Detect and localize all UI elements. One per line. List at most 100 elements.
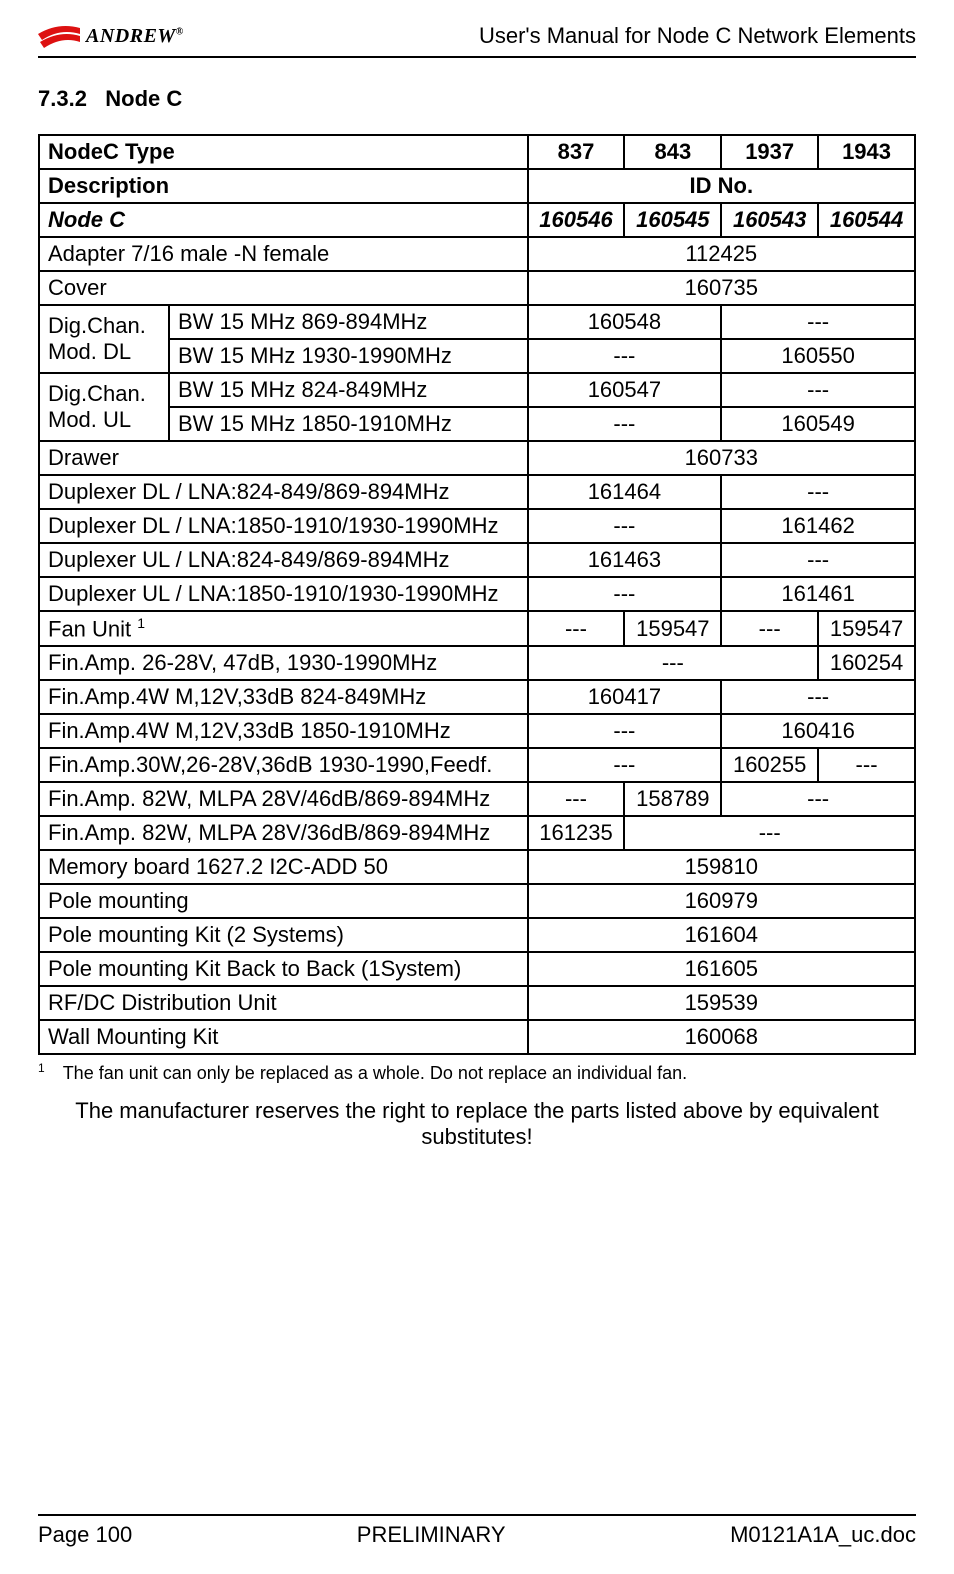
cell-label: BW 15 MHz 1930-1990MHz [169, 339, 528, 373]
table-row: Cover 160735 [39, 271, 915, 305]
cell-1943: 1943 [818, 135, 915, 169]
table-row: Fan Unit 1 --- 159547 --- 159547 [39, 611, 915, 646]
table-row: Fin.Amp. 82W, MLPA 28V/36dB/869-894MHz 1… [39, 816, 915, 850]
cell-label: RF/DC Distribution Unit [39, 986, 528, 1020]
cell-label: BW 15 MHz 1850-1910MHz [169, 407, 528, 441]
cell-value: 112425 [528, 237, 915, 271]
cell-value: --- [721, 782, 915, 816]
cell-description: Description [39, 169, 528, 203]
table-row: Fin.Amp. 26-28V, 47dB, 1930-1990MHz --- … [39, 646, 915, 680]
cell-label: BW 15 MHz 869-894MHz [169, 305, 528, 339]
cell-label: Wall Mounting Kit [39, 1020, 528, 1054]
cell-value: --- [528, 646, 819, 680]
cell-value: --- [721, 305, 915, 339]
cell-value: --- [721, 475, 915, 509]
table-row: Fin.Amp.4W M,12V,33dB 824-849MHz 160417 … [39, 680, 915, 714]
cell-label: Fin.Amp.30W,26-28V,36dB 1930-1990,Feedf. [39, 748, 528, 782]
cell-label: Pole mounting Kit (2 Systems) [39, 918, 528, 952]
cell-idno: ID No. [528, 169, 915, 203]
cell-value: 158789 [624, 782, 721, 816]
cell-label: Fin.Amp.4W M,12V,33dB 824-849MHz [39, 680, 528, 714]
cell-value: --- [721, 680, 915, 714]
table-row: NodeC Type 837 843 1937 1943 [39, 135, 915, 169]
cell-value: --- [528, 577, 722, 611]
cell-label: Memory board 1627.2 I2C-ADD 50 [39, 850, 528, 884]
footer-page: Page 100 [38, 1522, 132, 1548]
cell-value: 160550 [721, 339, 915, 373]
cell-value: --- [528, 714, 722, 748]
cell-value: 161464 [528, 475, 722, 509]
document-title: User's Manual for Node C Network Element… [479, 23, 916, 49]
table-row: Fin.Amp. 82W, MLPA 28V/46dB/869-894MHz -… [39, 782, 915, 816]
logo-text: ANDREW® [86, 25, 184, 48]
cell-group-dl: Dig.Chan. Mod. DL [39, 305, 169, 373]
cell-label: Adapter 7/16 male -N female [39, 237, 528, 271]
cell-value: --- [528, 509, 722, 543]
cell-value: 160733 [528, 441, 915, 475]
cell-value: 160547 [528, 373, 722, 407]
cell-value: 161461 [721, 577, 915, 611]
cell-value: 161604 [528, 918, 915, 952]
table-row: Duplexer UL / LNA:1850-1910/1930-1990MHz… [39, 577, 915, 611]
table-row: Node C 160546 160545 160543 160544 [39, 203, 915, 237]
cell-value: --- [721, 543, 915, 577]
cell-843: 843 [624, 135, 721, 169]
logo-icon [38, 22, 80, 50]
cell-label: Drawer [39, 441, 528, 475]
cell-value: 160543 [721, 203, 818, 237]
table-row: Duplexer UL / LNA:824-849/869-894MHz 161… [39, 543, 915, 577]
section-heading: 7.3.2 Node C [38, 86, 916, 112]
table-row: Duplexer DL / LNA:1850-1910/1930-1990MHz… [39, 509, 915, 543]
cell-value: --- [528, 782, 625, 816]
cell-label: Fin.Amp. 82W, MLPA 28V/46dB/869-894MHz [39, 782, 528, 816]
cell-value: 161235 [528, 816, 625, 850]
cell-value: 160254 [818, 646, 915, 680]
cell-value: 159539 [528, 986, 915, 1020]
cell-label: Duplexer DL / LNA:824-849/869-894MHz [39, 475, 528, 509]
table-row: Pole mounting 160979 [39, 884, 915, 918]
cell-value: 159810 [528, 850, 915, 884]
table-row: Description ID No. [39, 169, 915, 203]
cell-value: 160417 [528, 680, 722, 714]
table-row: Memory board 1627.2 I2C-ADD 50 159810 [39, 850, 915, 884]
logo: ANDREW® [38, 22, 184, 50]
table-row: RF/DC Distribution Unit 159539 [39, 986, 915, 1020]
table-row: Dig.Chan. Mod. UL BW 15 MHz 824-849MHz 1… [39, 373, 915, 407]
cell-value: --- [624, 816, 915, 850]
cell-1937: 1937 [721, 135, 818, 169]
cell-value: 161463 [528, 543, 722, 577]
table-row: Fin.Amp.30W,26-28V,36dB 1930-1990,Feedf.… [39, 748, 915, 782]
cell-value: 160546 [528, 203, 625, 237]
cell-label: BW 15 MHz 824-849MHz [169, 373, 528, 407]
footnote: 1The fan unit can only be replaced as a … [38, 1061, 916, 1084]
cell-value: 160068 [528, 1020, 915, 1054]
cell-value: --- [528, 748, 722, 782]
table-row: Dig.Chan. Mod. DL BW 15 MHz 869-894MHz 1… [39, 305, 915, 339]
cell-value: --- [818, 748, 915, 782]
disclaimer: The manufacturer reserves the right to r… [38, 1098, 916, 1150]
cell-value: 159547 [624, 611, 721, 646]
cell-value: 161462 [721, 509, 915, 543]
cell-label: Pole mounting [39, 884, 528, 918]
table-row: Adapter 7/16 male -N female 112425 [39, 237, 915, 271]
cell-value: 160544 [818, 203, 915, 237]
cell-value: 160979 [528, 884, 915, 918]
table-row: Pole mounting Kit Back to Back (1System)… [39, 952, 915, 986]
cell-value: 160548 [528, 305, 722, 339]
table-row: Wall Mounting Kit 160068 [39, 1020, 915, 1054]
cell-label: Fin.Amp.4W M,12V,33dB 1850-1910MHz [39, 714, 528, 748]
table-row: BW 15 MHz 1850-1910MHz --- 160549 [39, 407, 915, 441]
cell-value: --- [528, 339, 722, 373]
cell-value: --- [528, 407, 722, 441]
table-row: Duplexer DL / LNA:824-849/869-894MHz 161… [39, 475, 915, 509]
cell-value: 160255 [721, 748, 818, 782]
table-row: Pole mounting Kit (2 Systems) 161604 [39, 918, 915, 952]
footer-doc: M0121A1A_uc.doc [730, 1522, 916, 1548]
parts-table: NodeC Type 837 843 1937 1943 Description… [38, 134, 916, 1055]
cell-value: 160549 [721, 407, 915, 441]
cell-label: Cover [39, 271, 528, 305]
page-header: ANDREW® User's Manual for Node C Network… [38, 22, 916, 58]
cell-label: Duplexer DL / LNA:1850-1910/1930-1990MHz [39, 509, 528, 543]
table-row: BW 15 MHz 1930-1990MHz --- 160550 [39, 339, 915, 373]
cell-label: Fin.Amp. 26-28V, 47dB, 1930-1990MHz [39, 646, 528, 680]
